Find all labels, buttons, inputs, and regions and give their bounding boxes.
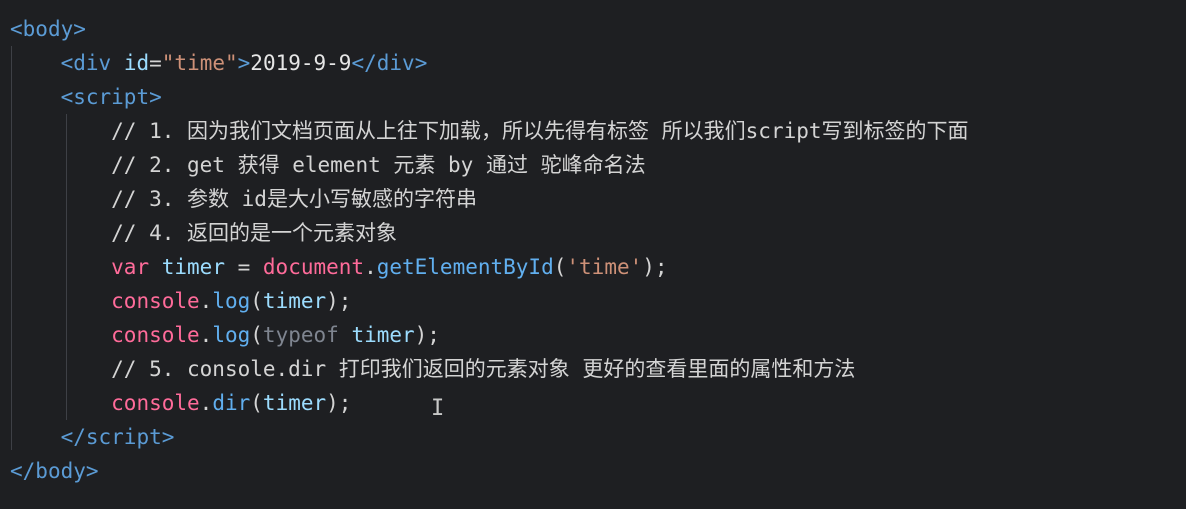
comment: // 3. 参数 id是大小写敏感的字符串 [111, 187, 477, 211]
attr-eq: = [149, 51, 162, 75]
function-name: log [212, 323, 251, 347]
code-line-13: </script> [10, 420, 1186, 454]
tag-name: script [85, 425, 162, 449]
variable-name: timer [161, 255, 225, 279]
function-name: log [212, 289, 251, 313]
code-line-4: // 1. 因为我们文档页面从上往下加载，所以先得有标签 所以我们script写… [10, 114, 1186, 148]
code-line-8: var timer = document.getElementById('tim… [10, 250, 1186, 284]
comment: // 4. 返回的是一个元素对象 [111, 221, 398, 245]
code-line-6: // 3. 参数 id是大小写敏感的字符串 [10, 182, 1186, 216]
attr-name: id [123, 51, 150, 75]
tag-name: div [376, 51, 415, 75]
tag-bracket: > [149, 85, 162, 109]
argument: timer [262, 391, 327, 415]
keyword: typeof [262, 323, 339, 347]
code-line-10: console.log(typeof timer); [10, 318, 1186, 352]
tag-name: body [22, 17, 74, 41]
dot: . [199, 391, 213, 415]
object-name: document [262, 255, 365, 279]
object-name: console [111, 323, 200, 347]
function-name: getElementById [376, 255, 554, 279]
comment: // 5. console.dir 打印我们返回的元素对象 更好的查看里面的属性… [111, 357, 856, 381]
keyword: var [111, 255, 150, 279]
object-name: console [111, 391, 200, 415]
paren: ); [326, 391, 352, 415]
paren: ( [250, 289, 263, 313]
paren: ( [553, 255, 567, 279]
tag-bracket: > [237, 51, 251, 75]
tag-bracket: > [161, 425, 175, 449]
paren: ); [414, 323, 440, 347]
tag-bracket: </ [10, 459, 36, 483]
div-text: 2019-9-9 [250, 51, 352, 75]
argument: timer [351, 323, 415, 347]
tag-bracket: > [85, 459, 99, 483]
code-line-3: <script> [10, 80, 1186, 114]
tag-bracket: > [414, 51, 428, 75]
tag-name: div [73, 51, 112, 75]
tag-bracket: </ [60, 425, 86, 449]
tag-bracket: > [73, 17, 86, 41]
dot: . [364, 255, 377, 279]
tag-name: body [35, 459, 86, 483]
code-line-14: </body> [10, 454, 1186, 488]
code-line-9: console.log(timer); [10, 284, 1186, 318]
paren: ( [250, 391, 263, 415]
comment: // 1. 因为我们文档页面从上往下加载，所以先得有标签 所以我们script写… [111, 119, 969, 143]
comment: // 2. get 获得 element 元素 by 通过 驼峰命名法 [111, 153, 646, 177]
assign-op: = [224, 255, 263, 279]
tag-bracket: < [60, 51, 74, 75]
code-line-12: console.dir(timer); [10, 386, 1186, 420]
code-editor[interactable]: <body> <div id="time">2019-9-9</div> <sc… [0, 0, 1186, 509]
paren: ); [326, 289, 352, 313]
tag-bracket: </ [351, 51, 377, 75]
tag-bracket: < [60, 85, 74, 109]
code-line-1: <body> [10, 12, 1186, 46]
text-cursor-icon: I [431, 396, 445, 421]
code-line-11: // 5. console.dir 打印我们返回的元素对象 更好的查看里面的属性… [10, 352, 1186, 386]
code-line-5: // 2. get 获得 element 元素 by 通过 驼峰命名法 [10, 148, 1186, 182]
code-lines: <body> <div id="time">2019-9-9</div> <sc… [10, 12, 1186, 488]
tag-bracket: < [10, 17, 23, 41]
dot: . [199, 289, 213, 313]
argument: timer [262, 289, 327, 313]
dot: . [199, 323, 213, 347]
paren: ( [250, 323, 263, 347]
function-name: dir [212, 391, 251, 415]
code-line-2: <div id="time">2019-9-9</div> [10, 46, 1186, 80]
object-name: console [111, 289, 200, 313]
tag-name: script [73, 85, 150, 109]
string-arg: 'time' [566, 255, 643, 279]
paren: ); [642, 255, 668, 279]
attr-value: "time" [161, 51, 238, 75]
code-line-7: // 4. 返回的是一个元素对象 [10, 216, 1186, 250]
